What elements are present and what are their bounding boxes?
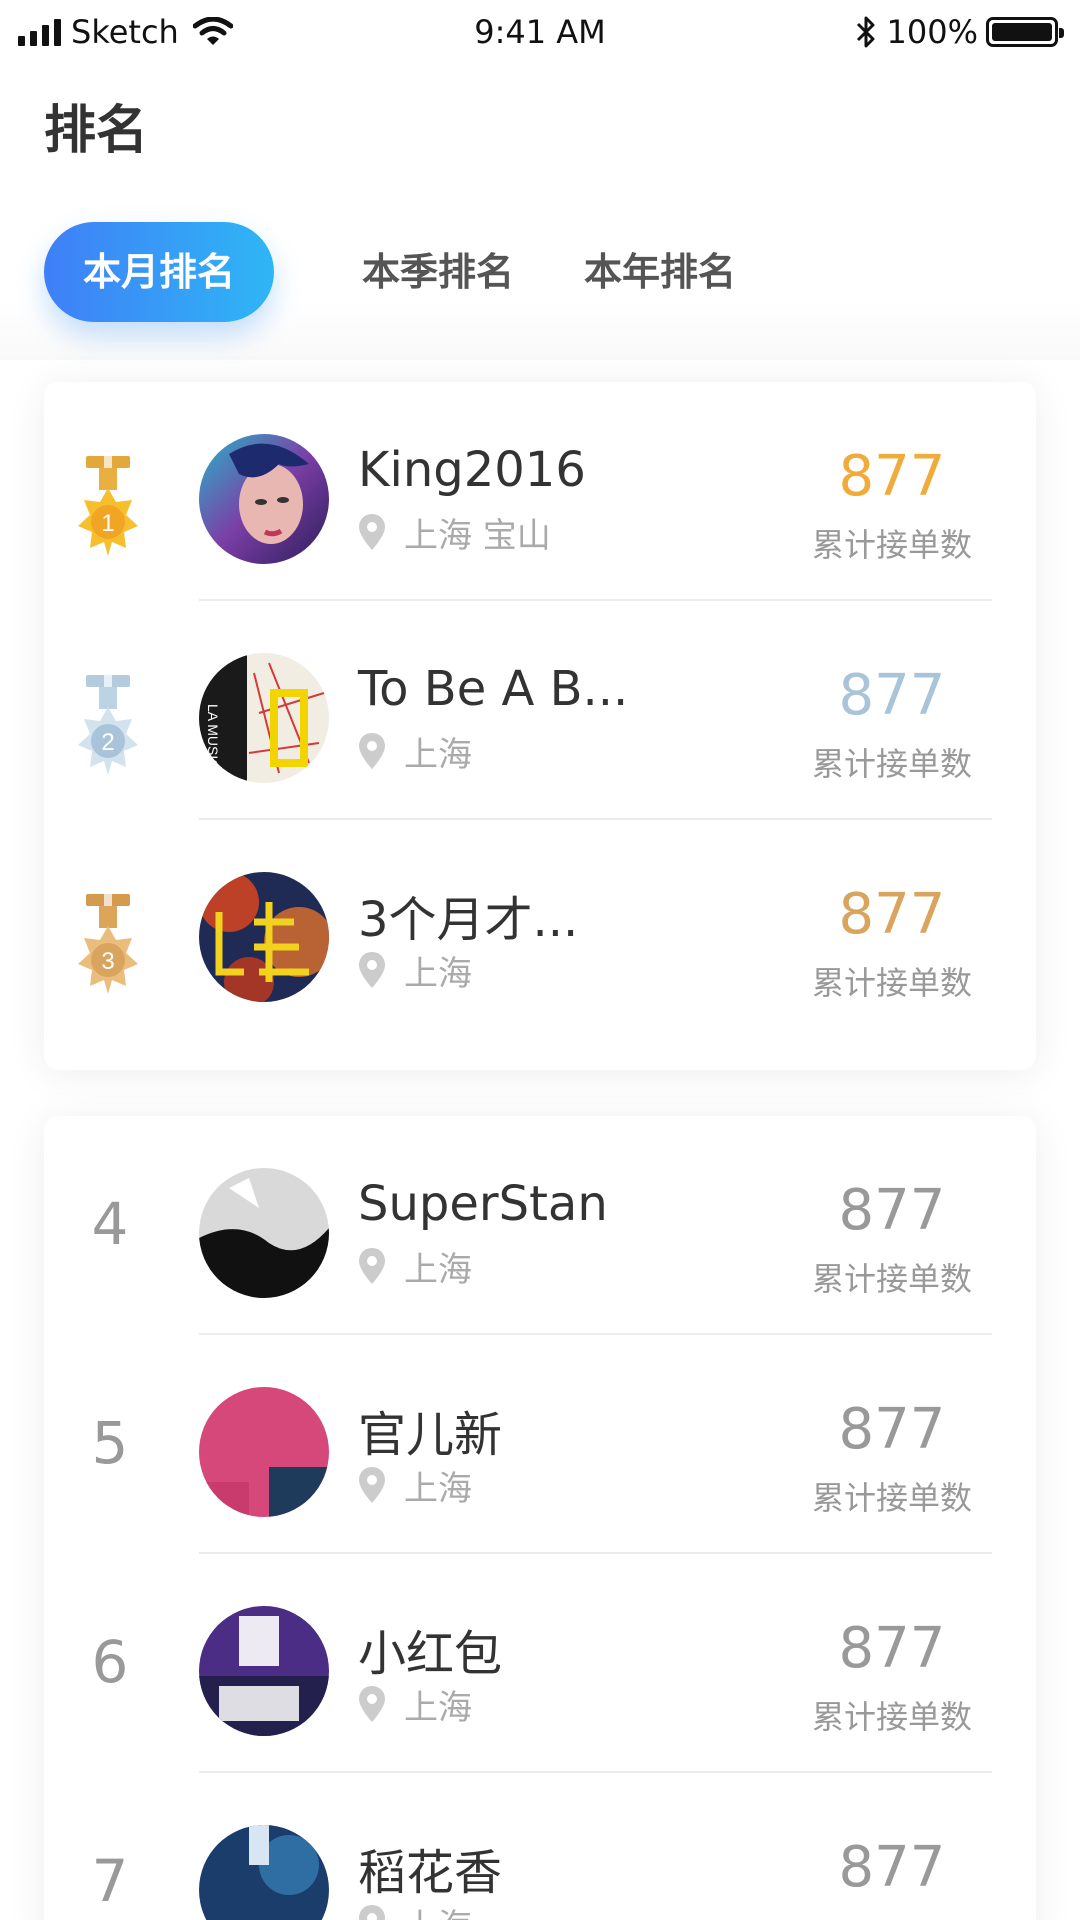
avatar[interactable] [199,1387,329,1517]
ranking-row-4[interactable]: 4 SuperStan 上海 877 累计接单数 [44,1116,1036,1335]
location-pin-icon [359,952,385,988]
user-location: 上海 [358,1901,472,1920]
page-title: 排名 [44,101,149,161]
rank-number: 6 [91,1628,129,1696]
location-text: 上海 [404,1899,472,1920]
battery-icon [986,17,1064,47]
location-pin-icon [359,733,385,769]
ranking-row-7[interactable]: 7 稻花香 上海 877 累计接单数 [44,1773,1036,1920]
user-location: 上海 [358,1463,472,1509]
user-name: 官儿新 [358,1407,503,1463]
location-text: 上海 [404,1687,472,1728]
gold-medal-icon: 1 [78,456,138,556]
order-count: 877 [838,663,946,728]
avatar[interactable] [199,1825,329,1920]
order-count: 877 [838,444,946,509]
rank-number: 7 [91,1847,129,1915]
medal-rank-number: 3 [101,948,114,975]
battery-percent: 100% [886,13,978,51]
user-name: 3个月才... [358,892,579,948]
status-bar: Sketch 9:41 AM 100% [0,0,1080,64]
order-count: 877 [838,1616,946,1681]
tab-monthly-ranking[interactable]: 本月排名 [44,222,274,322]
bluetooth-icon [856,16,875,48]
order-count: 877 [838,882,946,947]
order-count: 877 [838,1835,946,1900]
order-count: 877 [838,1397,946,1462]
avatar[interactable] [199,1606,329,1736]
location-pin-icon [359,1686,385,1722]
avatar[interactable] [199,872,329,1002]
location-text: 上海 [404,734,472,775]
silver-medal-icon: 2 [78,675,138,775]
ranking-row-5[interactable]: 5 官儿新 上海 877 累计接单数 [44,1335,1036,1554]
location-pin-icon [359,1467,385,1503]
user-name: 稻花香 [358,1845,503,1901]
ranking-row-2[interactable]: 2 LA MUSIQUE To Be A B... 上海 877 累计接单数 [44,601,1036,820]
bronze-medal-icon: 3 [78,894,138,994]
ranking-tabs: 本月排名 本季排名 本年排名 [44,222,806,322]
medal-rank-number: 2 [101,729,114,756]
order-count-label: 累计接单数 [811,1260,972,1298]
avatar[interactable]: LA MUSIQUE [199,653,329,783]
ranking-row-6[interactable]: 6 小红包 上海 877 累计接单数 [44,1554,1036,1773]
ranking-row-3[interactable]: 3 3个月才... 上海 877 累计接单数 [44,820,1036,1039]
svg-text:LA MUSIQUE: LA MUSIQUE [205,704,221,783]
order-count: 877 [838,1178,946,1243]
user-location: 上海 [358,729,472,775]
user-name: SuperStan [358,1176,608,1232]
tab-quarterly-ranking[interactable]: 本季排名 [362,222,514,322]
order-count-label: 累计接单数 [811,964,972,1002]
location-text: 上海 宝山 [404,515,551,556]
order-count-label: 累计接单数 [792,1911,992,1920]
user-name: To Be A B... [358,661,629,717]
avatar[interactable] [199,1168,329,1298]
user-location: 上海 [358,948,472,994]
ranking-page: Sketch 9:41 AM 100% 排名 本月排名 本季排名 本年排名 1 … [0,0,1080,1920]
medal-rank-number: 1 [101,510,114,537]
user-name: King2016 [358,442,586,498]
order-count-label: 累计接单数 [811,1479,972,1517]
ranking-row-1[interactable]: 1 King2016 上海 宝山 877 累计接单数 [44,382,1036,601]
user-location: 上海 [358,1244,472,1290]
user-location: 上海 宝山 [358,510,551,556]
user-name: 小红包 [358,1626,503,1682]
location-pin-icon [359,514,385,550]
avatar[interactable] [199,434,329,564]
user-location: 上海 [358,1682,472,1728]
location-pin-icon [359,1905,385,1920]
rank-number: 4 [91,1190,129,1258]
status-right: 100% [855,10,1064,54]
location-pin-icon [359,1248,385,1284]
location-text: 上海 [404,1249,472,1290]
order-count-label: 累计接单数 [811,745,972,783]
order-count-label: 累计接单数 [811,526,972,564]
location-text: 上海 [404,953,472,994]
location-text: 上海 [404,1468,472,1509]
order-count-label: 累计接单数 [811,1698,972,1736]
top-three-card: 1 King2016 上海 宝山 877 累计接单数 2 LA MUSIQUE … [44,382,1036,1070]
rank-number: 5 [91,1409,129,1477]
ranking-list-card: 4 SuperStan 上海 877 累计接单数 5 官儿新 上海 877 累计… [44,1116,1036,1920]
tab-yearly-ranking[interactable]: 本年排名 [584,222,736,322]
